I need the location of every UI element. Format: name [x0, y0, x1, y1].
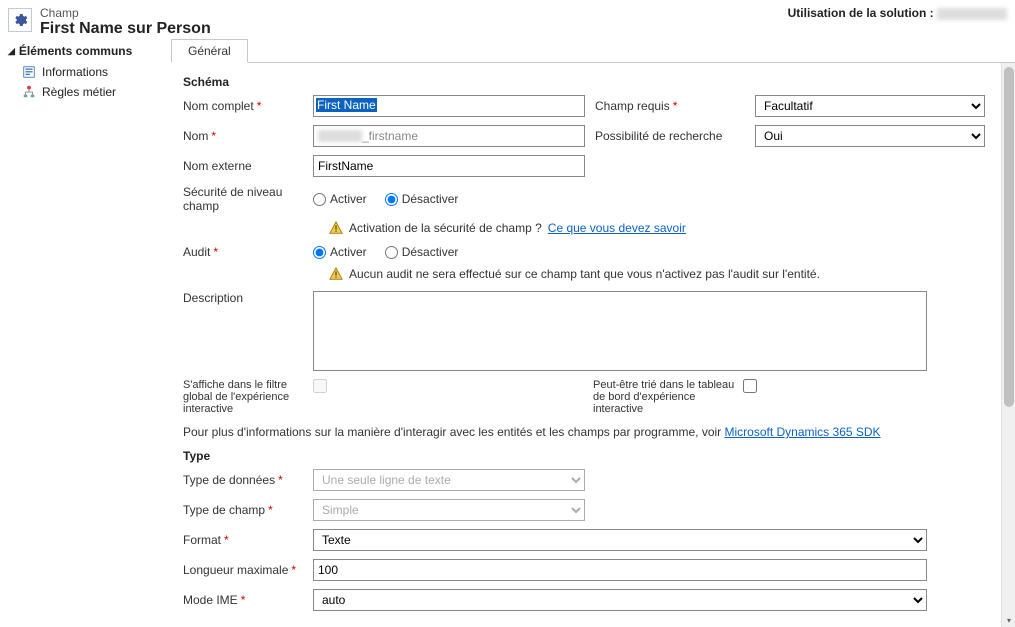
maxlen-label: Longueur maximale — [183, 563, 303, 577]
ime-select[interactable]: auto — [313, 589, 927, 611]
audit-warning-text: Aucun audit ne sera effectué sur ce cham… — [349, 267, 820, 281]
external-name-label: Nom externe — [183, 159, 303, 173]
solution-usage-label: Utilisation de la solution : — [788, 6, 934, 20]
fls-disable-option[interactable]: Désactiver — [385, 192, 459, 206]
format-label: Format — [183, 533, 303, 547]
fls-warning: Activation de la sécurité de champ ? Ce … — [329, 221, 985, 235]
display-name-input[interactable]: First Name — [313, 95, 585, 117]
header-left: Champ First Name sur Person — [8, 6, 788, 38]
datatype-select: Une seule ligne de texte — [313, 469, 585, 491]
searchable-select[interactable]: Oui — [755, 125, 985, 147]
audit-radio-group: Activer Désactiver — [313, 245, 458, 259]
sidebar-heading[interactable]: ◢ Éléments communs — [8, 44, 159, 58]
tabbar: Général — [171, 38, 1015, 63]
header-text: Champ First Name sur Person — [40, 6, 211, 38]
sidebar-heading-label: Éléments communs — [19, 44, 132, 58]
fls-disable-radio[interactable] — [385, 193, 398, 206]
name-prefix-redacted — [318, 130, 362, 142]
global-filter-checkbox — [313, 379, 327, 393]
scroll-thumb[interactable] — [1004, 67, 1014, 407]
audit-enable-option[interactable]: Activer — [313, 245, 367, 259]
sidebar: ◢ Éléments communs Informations Règles m… — [0, 38, 167, 608]
external-name-input[interactable] — [313, 155, 585, 177]
datatype-label: Type de données — [183, 473, 303, 487]
sortable-dashboard-checkbox[interactable] — [743, 379, 757, 393]
audit-disable-radio[interactable] — [385, 246, 398, 259]
fls-radio-group: Activer Désactiver — [313, 192, 458, 206]
description-label: Description — [183, 291, 303, 305]
description-textarea[interactable] — [313, 291, 927, 371]
maxlen-input[interactable] — [313, 559, 927, 581]
searchable-label: Possibilité de recherche — [595, 129, 745, 143]
sdk-link[interactable]: Microsoft Dynamics 365 SDK — [725, 425, 881, 439]
solution-usage: Utilisation de la solution : — [788, 6, 1007, 38]
header: Champ First Name sur Person Utilisation … — [0, 0, 1015, 38]
scroll-down-icon[interactable]: ▾ — [1002, 613, 1015, 627]
audit-enable-radio[interactable] — [313, 246, 326, 259]
fieldtype-select: Simple — [313, 499, 585, 521]
fls-label: Sécurité de niveau champ — [183, 185, 303, 213]
programmatic-note: Pour plus d'informations sur la manière … — [183, 425, 985, 439]
name-label: Nom — [183, 129, 303, 143]
audit-warning: Aucun audit ne sera effectué sur ce cham… — [329, 267, 985, 281]
sidebar-item-informations[interactable]: Informations — [8, 62, 159, 82]
audit-label: Audit — [183, 245, 303, 259]
gear-icon — [12, 12, 28, 28]
collapse-icon: ◢ — [8, 46, 15, 57]
section-type: Type — [183, 449, 985, 463]
display-name-label: Nom complet — [183, 99, 303, 113]
sidebar-item-label: Informations — [42, 65, 108, 79]
fls-enable-radio[interactable] — [313, 193, 326, 206]
sidebar-item-business-rules[interactable]: Règles métier — [8, 82, 159, 102]
rules-icon — [22, 85, 36, 99]
global-filter-label: S'affiche dans le filtre global de l'exp… — [183, 379, 313, 415]
field-requirement-select[interactable]: Facultatif — [755, 95, 985, 117]
format-select[interactable]: Texte — [313, 529, 927, 551]
info-page-icon — [22, 65, 36, 79]
warning-icon — [329, 267, 343, 281]
fls-warning-link[interactable]: Ce que vous devez savoir — [548, 221, 686, 235]
name-input[interactable]: _firstname — [313, 125, 585, 147]
entity-icon-box — [8, 8, 32, 32]
tab-general[interactable]: Général — [171, 39, 248, 63]
ime-label: Mode IME — [183, 593, 303, 607]
solution-usage-value-redacted — [937, 8, 1007, 20]
fieldtype-label: Type de champ — [183, 503, 303, 517]
fls-warning-text: Activation de la sécurité de champ ? — [349, 221, 542, 235]
page-title: First Name sur Person — [40, 20, 211, 38]
sortable-dashboard-label: Peut-être trié dans le tableau de bord d… — [593, 379, 743, 415]
section-schema: Schéma — [183, 75, 985, 89]
field-requirement-label: Champ requis — [595, 99, 745, 113]
sidebar-item-label: Règles métier — [42, 85, 116, 99]
main-panel: Schéma Nom complet First Name Champ requ… — [167, 63, 1001, 627]
fls-enable-option[interactable]: Activer — [313, 192, 367, 206]
scrollbar[interactable]: ▾ — [1001, 63, 1015, 627]
breadcrumb: Champ — [40, 6, 211, 20]
warning-icon — [329, 221, 343, 235]
audit-disable-option[interactable]: Désactiver — [385, 245, 459, 259]
